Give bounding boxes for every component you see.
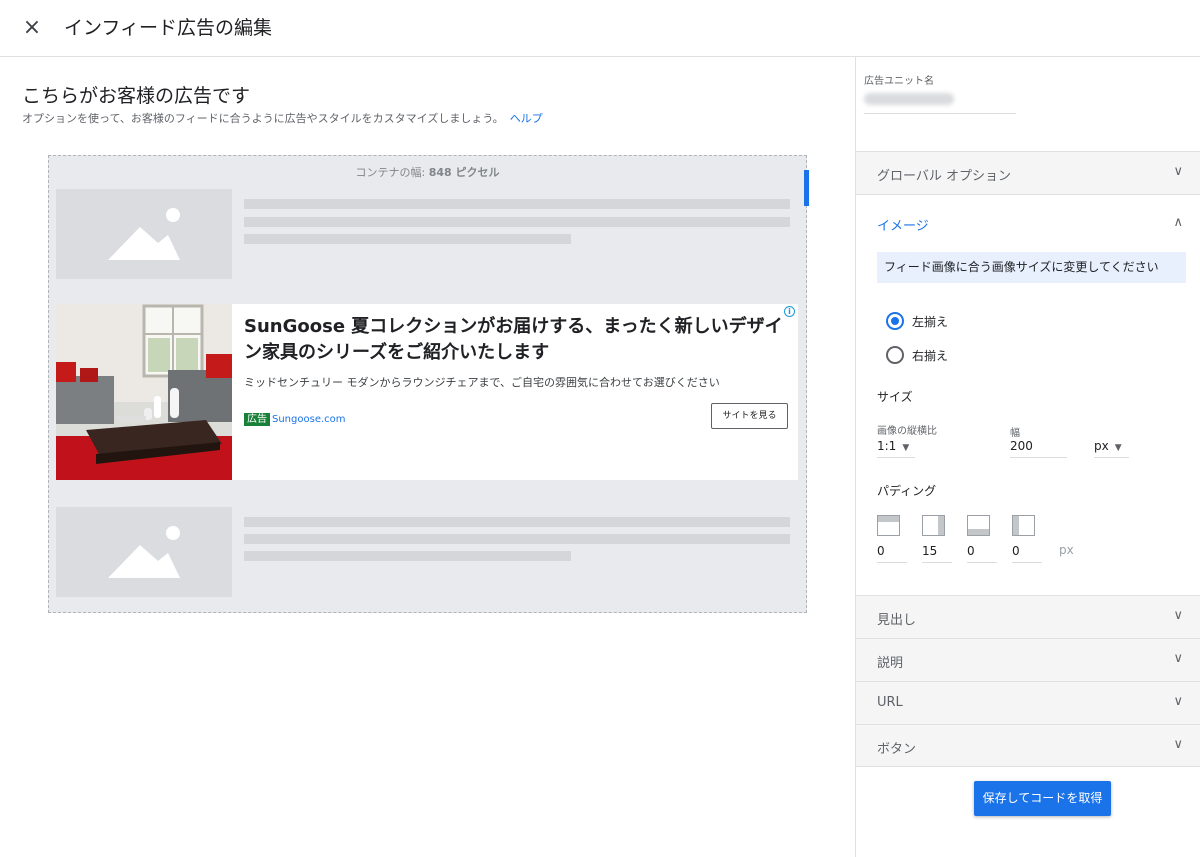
ad-image[interactable] [56, 304, 232, 480]
chevron-down-icon: ∨ [1173, 694, 1183, 709]
section-label: ボタン [877, 742, 917, 757]
chevron-down-icon: ∨ [1173, 164, 1183, 179]
placeholder-line [244, 234, 571, 244]
preview-scroll-indicator[interactable] [804, 170, 809, 206]
chevron-down-icon: ∨ [1173, 608, 1183, 623]
section-description[interactable]: 説明 ∨ [856, 638, 1200, 681]
padding-unit: px [1059, 543, 1074, 557]
ad-unit-name-value-redacted[interactable] [864, 93, 954, 105]
radio-label: 右揃え [912, 348, 949, 363]
help-link[interactable]: ヘルプ [510, 112, 543, 125]
radio-selected-icon[interactable] [886, 312, 904, 330]
placeholder-line [244, 551, 571, 561]
in-feed-ad[interactable]: SunGoose 夏コレクションがお届けする、まったく新しいデザイン家具のシリー… [56, 304, 798, 480]
section-label: URL [877, 695, 903, 710]
section-global-options[interactable]: グローバル オプション ∨ [856, 151, 1200, 194]
chevron-down-icon: ∨ [1173, 737, 1183, 752]
preview-description: オプションを使って、お客様のフィードに合うように広告やスタイルをカスタマイズしま… [22, 110, 543, 126]
radio-align-right[interactable]: 右揃え [886, 346, 948, 364]
padding-left-icon [1012, 515, 1035, 536]
ad-preview-container: コンテナの幅: 848 ピクセル SunGoose 夏コレクションがお届けする、… [48, 155, 809, 613]
padding-bottom-icon [967, 515, 990, 536]
placeholder-line [244, 534, 790, 544]
image-info-box: フィード画像に合う画像サイズに変更してください [877, 252, 1186, 283]
padding-top-icon [877, 515, 900, 536]
padding-right-input[interactable]: 15 [922, 541, 952, 563]
chevron-up-icon[interactable]: ∧ [1173, 215, 1183, 230]
padding-right-icon [922, 515, 945, 536]
ad-cta-button[interactable]: サイトを見る [711, 403, 788, 429]
padding-bottom-input[interactable]: 0 [967, 541, 997, 563]
section-image: イメージ ∧ フィード画像に合う画像サイズに変更してください 左揃え 右揃え サ… [856, 194, 1200, 595]
ad-unit-name-underline [864, 113, 1016, 114]
dropdown-caret-icon: ▼ [1114, 443, 1122, 453]
radio-align-left[interactable]: 左揃え [886, 312, 948, 330]
save-and-get-code-button[interactable]: 保存してコードを取得 [974, 781, 1111, 816]
preview-heading: こちらがお客様の広告です [22, 85, 251, 107]
container-width-caption: コンテナの幅: [355, 166, 426, 179]
padding-left-input[interactable]: 0 [1012, 541, 1042, 563]
container-width-label: コンテナの幅: 848 ピクセル [49, 164, 806, 180]
page-title: インフィード広告の編集 [64, 17, 273, 39]
width-unit-value: px [1094, 439, 1109, 453]
container-width-value: 848 ピクセル [428, 166, 500, 179]
close-button[interactable]: × [18, 14, 46, 42]
preview-pane: こちらがお客様の広告です オプションを使って、お客様のフィードに合うように広告や… [0, 57, 855, 857]
placeholder-image [56, 189, 232, 279]
section-label: グローバル オプション [877, 169, 1012, 184]
padding-top-input[interactable]: 0 [877, 541, 907, 563]
living-room-photo [56, 304, 232, 480]
ad-unit-name-label: 広告ユニット名 [864, 76, 934, 87]
dropdown-caret-icon: ▼ [902, 443, 910, 453]
ad-headline[interactable]: SunGoose 夏コレクションがお届けする、まったく新しいデザイン家具のシリー… [244, 314, 784, 366]
padding-title: パディング [877, 484, 937, 498]
ad-badge: 広告 [244, 413, 270, 426]
section-label: 説明 [877, 656, 904, 671]
ad-domain-link[interactable]: Sungoose.com [272, 413, 346, 426]
section-label: 見出し [877, 613, 917, 628]
section-image-label[interactable]: イメージ [877, 215, 929, 234]
section-button[interactable]: ボタン ∨ [856, 724, 1200, 767]
size-title: サイズ [877, 390, 913, 404]
radio-unselected-icon[interactable] [886, 346, 904, 364]
chevron-down-icon: ∨ [1173, 651, 1183, 666]
top-bar: × インフィード広告の編集 [0, 0, 1200, 57]
ad-choices-icon[interactable]: i [784, 306, 795, 317]
image-placeholder-icon [108, 526, 180, 578]
placeholder-image [56, 507, 232, 597]
width-unit-select[interactable]: px ▼ [1094, 436, 1129, 458]
width-value: 200 [1010, 439, 1033, 453]
placeholder-line [244, 517, 790, 527]
aspect-ratio-value: 1:1 [877, 439, 897, 453]
aspect-ratio-label: 画像の縦横比 [877, 426, 937, 437]
placeholder-line [244, 217, 790, 227]
aspect-ratio-select[interactable]: 1:1 ▼ [877, 436, 915, 458]
image-placeholder-icon [108, 208, 180, 260]
placeholder-line [244, 199, 790, 209]
description-text: オプションを使って、お客様のフィードに合うように広告やスタイルをカスタマイズしま… [22, 112, 504, 125]
section-url[interactable]: URL ∨ [856, 681, 1200, 724]
radio-label: 左揃え [912, 314, 949, 329]
width-input[interactable]: 200 [1010, 436, 1067, 458]
ad-description: ミッドセンチュリー モダンからラウンジチェアまで、ご自宅の雰囲気に合わせてお選び… [244, 376, 720, 389]
section-headline[interactable]: 見出し ∨ [856, 595, 1200, 638]
options-sidebar: 広告ユニット名 グローバル オプション ∨ イメージ ∧ フィード画像に合う画像… [855, 57, 1200, 857]
